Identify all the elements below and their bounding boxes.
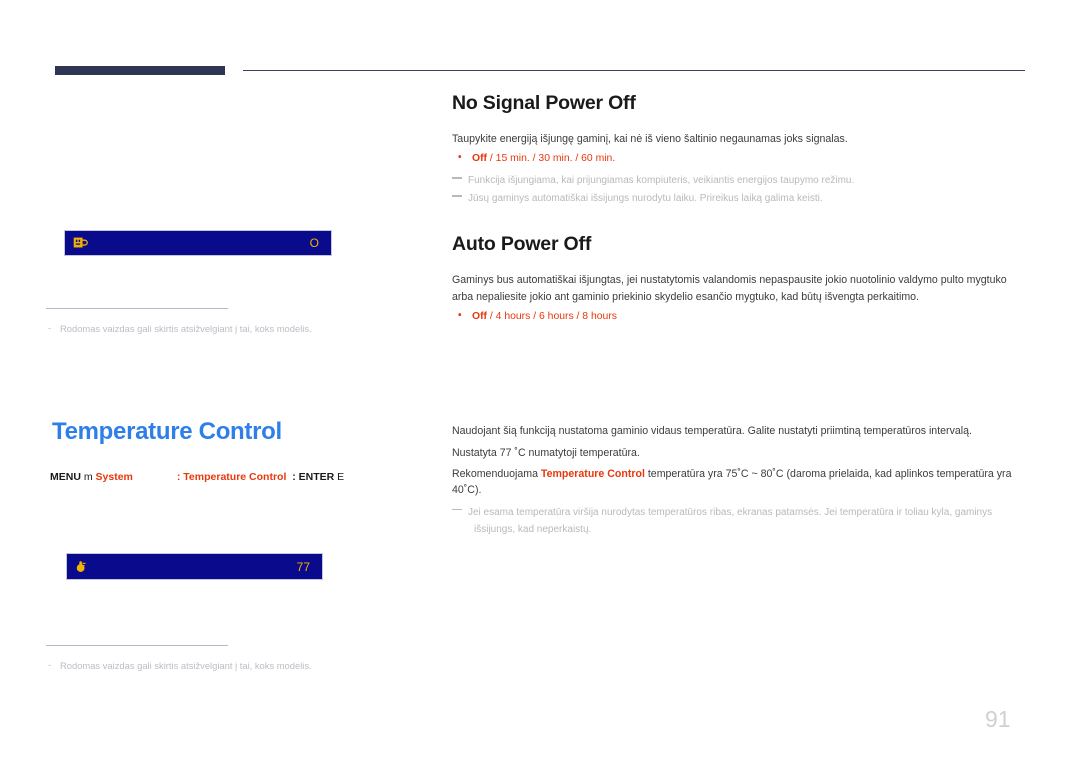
menu-key-icon: m: [83, 471, 93, 483]
header-accent-bar: [55, 66, 225, 75]
enter-key-icon: E: [337, 471, 345, 483]
menu-path-breadcrumb: MENU m System: Temperature Control : ENT…: [50, 471, 344, 483]
header-divider-rule: [243, 70, 1025, 71]
no-signal-intro-text: Taupykite energiją išjungę gaminį, kai n…: [452, 133, 848, 145]
menu-path-menu-label: MENU: [50, 471, 81, 483]
page-number: 91: [985, 706, 1011, 732]
osd-preview-temperature: 77: [66, 553, 323, 580]
auto-power-off-option-list: / 4 hours / 6 hours / 8 hours: [487, 311, 617, 323]
footnote-text-1: Rodomas vaizdas gali skirtis atsižvelgia…: [46, 321, 376, 335]
no-signal-note-1: Funkcija išjungiama, kai prijungiamas ko…: [452, 173, 1025, 189]
section-title-no-signal-power-off: No Signal Power Off: [452, 92, 636, 114]
no-signal-options: Off / 15 min. / 30 min. / 60 min.: [452, 152, 1025, 165]
menu-path-item-label: Temperature Control: [183, 471, 287, 483]
manual-page: No Signal Power Off Taupykite energiją i…: [0, 0, 1080, 763]
auto-power-off-intro-text: Gaminys bus automatiškai išjungtas, jei …: [452, 274, 1007, 303]
menu-path-enter-label: ENTER: [298, 471, 335, 483]
no-signal-option-default: Off: [472, 153, 488, 165]
no-signal-note-2: Jūsų gaminys automatiškai išsijungs nuro…: [452, 191, 1025, 207]
temperature-recommendation-prefix: Rekomenduojama: [452, 468, 541, 481]
footnote-text-2: Rodomas vaizdas gali skirtis atsižvelgia…: [46, 658, 376, 672]
osd-preview-temperature-value: 77: [296, 559, 310, 574]
temperature-paragraph-2: Nustatyta 77 ˚C numatytoji temperatūra.: [452, 446, 640, 459]
footnote-divider-2: [46, 645, 228, 647]
temperature-recommendation: Rekomenduojama Temperature Control tempe…: [452, 466, 1025, 499]
auto-power-off-option-default: Off: [472, 311, 488, 323]
footnote-divider-1: [46, 308, 228, 310]
osd-preview-no-signal: O: [64, 230, 332, 256]
temperature-note-line-2: išsijungs, kad neperkaistų.: [474, 524, 592, 536]
content-column: No Signal Power Off Taupykite energiją i…: [452, 92, 1025, 540]
footnote-block-2: Rodomas vaizdas gali skirtis atsižvelgia…: [46, 645, 376, 673]
temperature-recommendation-highlight: Temperature Control: [540, 468, 645, 481]
section-title-auto-power-off: Auto Power Off: [452, 233, 592, 256]
no-signal-option-list: / 15 min. / 30 min. / 60 min.: [487, 153, 616, 165]
thermometer-icon: [76, 560, 86, 572]
footnote-block-1: Rodomas vaizdas gali skirtis atsižvelgia…: [46, 308, 376, 336]
temperature-paragraph-1: Naudojant šią funkciją nustatoma gaminio…: [452, 425, 972, 438]
page-title: Temperature Control: [52, 418, 282, 445]
osd-preview-no-signal-value: O: [309, 236, 319, 250]
power-plug-icon: [73, 237, 88, 248]
menu-path-system-label: System: [95, 471, 133, 483]
temperature-note-line-1: Jei esama temperatūra viršija nurodytas …: [452, 505, 1025, 521]
temperature-section-spacer: [452, 331, 1025, 423]
auto-power-off-options: Off / 4 hours / 6 hours / 8 hours: [452, 310, 1025, 323]
